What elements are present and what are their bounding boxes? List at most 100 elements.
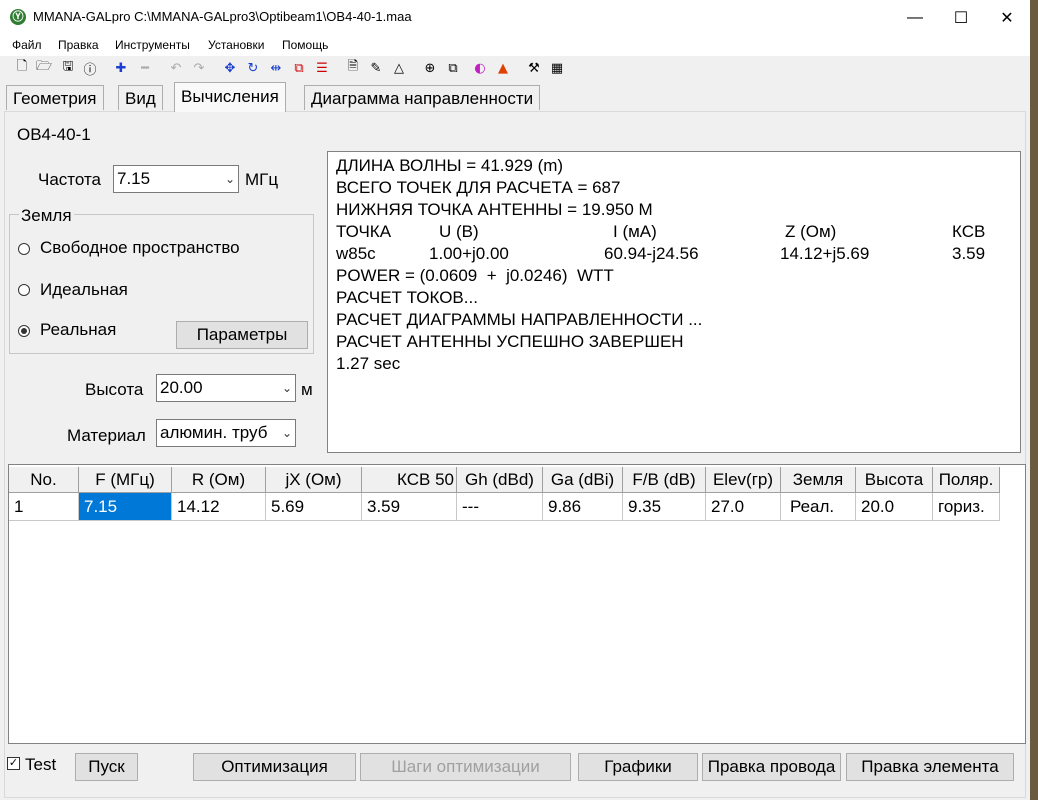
grid-header-polar[interactable]: Поляр. [933, 467, 1000, 493]
grid-header-swr[interactable]: КСВ 50 [362, 467, 457, 493]
grid-header-height[interactable]: Высота [856, 467, 933, 493]
grid-cell-jx[interactable]: 5.69 [266, 493, 362, 521]
antenna-name: OB4-40-1 [17, 125, 91, 144]
run-button[interactable]: Пуск [75, 753, 138, 781]
grid-cell-polar[interactable]: гориз. [933, 493, 1000, 521]
copy-elements-icon[interactable]: ⧉ [291, 60, 307, 76]
grid-cell-elev[interactable]: 27.0 [706, 493, 781, 521]
minimize-button[interactable]: — [892, 0, 938, 36]
rainbow-icon[interactable]: ◐ [472, 60, 488, 76]
chevron-down-icon: ⌄ [224, 172, 235, 186]
menu-file[interactable]: Файл [12, 38, 42, 52]
title-bar: Ⓨ MMANA-GALpro C:\MMANA-GALpro3\Optibeam… [0, 0, 1030, 36]
grid-header-r[interactable]: R (Ом) [172, 467, 266, 493]
output-line: РАСЧЕТ АНТЕННЫ УСПЕШНО ЗАВЕРШЕН [336, 332, 684, 351]
rotate-icon[interactable]: ↻ [245, 60, 261, 76]
calculation-output[interactable]: ДЛИНА ВОЛНЫ = 41.929 (m) ВСЕГО ТОЧЕК ДЛЯ… [327, 151, 1021, 453]
output-table-header-swr: КСВ [952, 222, 986, 241]
triangle-icon[interactable]: △ [391, 60, 407, 76]
undo-icon[interactable]: ↶ [168, 60, 184, 76]
grid-header-no[interactable]: No. [9, 467, 79, 493]
close-button[interactable]: ✕ [984, 0, 1030, 36]
output-line: РАСЧЕТ ТОКОВ... [336, 288, 478, 307]
grid-header-ga[interactable]: Ga (dBi) [543, 467, 623, 493]
ground-ideal-label[interactable]: Идеальная [40, 280, 128, 300]
graphs-button[interactable]: Графики [578, 753, 698, 781]
text-file-icon[interactable]: 🗎 [345, 59, 361, 76]
edit-icon[interactable]: ✎ [368, 60, 384, 76]
align-icon[interactable]: ☰ [314, 60, 330, 76]
grid-cell-ground[interactable]: Реал. [781, 493, 856, 521]
app-logo-icon: Ⓨ [10, 9, 26, 25]
grid-cell-freq[interactable]: 7.15 [79, 493, 172, 521]
output-table-swr: 3.59 [952, 244, 986, 263]
tab-geometry[interactable]: Геометрия [6, 85, 104, 110]
window-title: MMANA-GALpro C:\MMANA-GALpro3\Optibeam1\… [33, 9, 412, 24]
frequency-select[interactable]: 7.15 ⌄ [113, 165, 239, 193]
grid-header-jx[interactable]: jX (Ом) [266, 467, 362, 493]
results-grid[interactable]: No. F (МГц) R (Ом) jX (Ом) КСВ 50 Gh (dB… [8, 464, 1026, 744]
tab-bar: Геометрия Вид Вычисления Диаграмма напра… [0, 82, 1030, 112]
mirror-icon[interactable]: ⇹ [268, 60, 284, 76]
output-table-i: 60.94-j24.56 [604, 244, 699, 263]
tab-view[interactable]: Вид [118, 85, 163, 110]
test-label[interactable]: Test [25, 755, 56, 775]
output-line: РАСЧЕТ ДИАГРАММЫ НАПРАВЛЕННОСТИ ... [336, 310, 703, 329]
tools-icon[interactable]: ⚒ [526, 60, 542, 76]
frequency-value: 7.15 [117, 169, 151, 188]
grid-header-elev[interactable]: Elev(гр) [706, 467, 781, 493]
grid-cell-no[interactable]: 1 [9, 493, 79, 521]
edit-wire-button[interactable]: Правка провода [702, 753, 841, 781]
copy-icon[interactable]: ⧉ [445, 60, 461, 76]
save-icon[interactable]: 🖫 [60, 59, 76, 76]
menu-bar: Файл Правка Инструменты Установки Помощь [0, 36, 1030, 56]
ground-free-space-label[interactable]: Свободное пространство [40, 238, 240, 258]
grid-cell-gh[interactable]: --- [457, 493, 543, 521]
output-table-z: 14.12+j5.69 [780, 244, 870, 263]
grid-header-fb[interactable]: F/B (dB) [623, 467, 706, 493]
test-checkbox[interactable]: ✓ [7, 757, 20, 770]
grid-cell-fb[interactable]: 9.35 [623, 493, 706, 521]
output-line: ВСЕГО ТОЧЕК ДЛЯ РАСЧЕТА = 687 [336, 178, 621, 197]
menu-settings[interactable]: Установки [208, 38, 264, 52]
tab-calculation[interactable]: Вычисления [174, 82, 286, 112]
material-select[interactable]: алюмин. труб ⌄ [156, 419, 296, 447]
grid-cell-ga[interactable]: 9.86 [543, 493, 623, 521]
grid-cell-r[interactable]: 14.12 [172, 493, 266, 521]
menu-tools[interactable]: Инструменты [115, 38, 190, 52]
maximize-button[interactable]: ☐ [938, 0, 984, 36]
menu-edit[interactable]: Правка [58, 38, 99, 52]
grid-header-gh[interactable]: Gh (dBd) [457, 467, 543, 493]
output-table-header-u: U (B) [439, 222, 479, 241]
height-value: 20.00 [160, 378, 203, 397]
ground-real-label[interactable]: Реальная [40, 320, 116, 340]
move-icon[interactable]: ✥ [222, 60, 238, 76]
tab-pattern[interactable]: Диаграмма направленности [304, 85, 541, 110]
plus-icon[interactable]: ✚ [113, 60, 129, 76]
calculator-icon[interactable]: ▦ [549, 60, 565, 76]
new-file-icon[interactable]: 🗋 [14, 59, 30, 76]
edit-element-button[interactable]: Правка элемента [846, 753, 1014, 781]
grid-cell-swr[interactable]: 3.59 [362, 493, 457, 521]
output-line: 1.27 sec [336, 354, 401, 373]
height-select[interactable]: 20.00 ⌄ [156, 374, 296, 402]
grid-cell-height[interactable]: 20.0 [856, 493, 933, 521]
ground-params-button[interactable]: Параметры [176, 321, 308, 349]
grid-header-ground[interactable]: Земля [781, 467, 856, 493]
menu-help[interactable]: Помощь [282, 38, 328, 52]
output-line: ДЛИНА ВОЛНЫ = 41.929 (m) [336, 156, 564, 175]
redo-icon[interactable]: ↷ [191, 60, 207, 76]
minus-icon[interactable]: ━ [137, 60, 153, 76]
grid-header-freq[interactable]: F (МГц) [79, 467, 172, 493]
open-folder-icon[interactable]: 🗁 [36, 59, 52, 76]
target-icon[interactable]: ⊕ [422, 60, 438, 76]
output-line: НИЖНЯЯ ТОЧКА АНТЕННЫ = 19.950 M [336, 200, 653, 219]
info-icon[interactable]: ⓘ [82, 60, 98, 78]
ground-free-space-radio[interactable] [18, 243, 30, 255]
optimize-steps-button[interactable]: Шаги оптимизации [360, 753, 571, 781]
ground-real-radio[interactable] [18, 325, 30, 337]
optimize-button[interactable]: Оптимизация [193, 753, 356, 781]
color-3d-icon[interactable]: ▲ [495, 60, 511, 76]
height-unit: м [301, 380, 313, 399]
ground-ideal-radio[interactable] [18, 284, 30, 296]
